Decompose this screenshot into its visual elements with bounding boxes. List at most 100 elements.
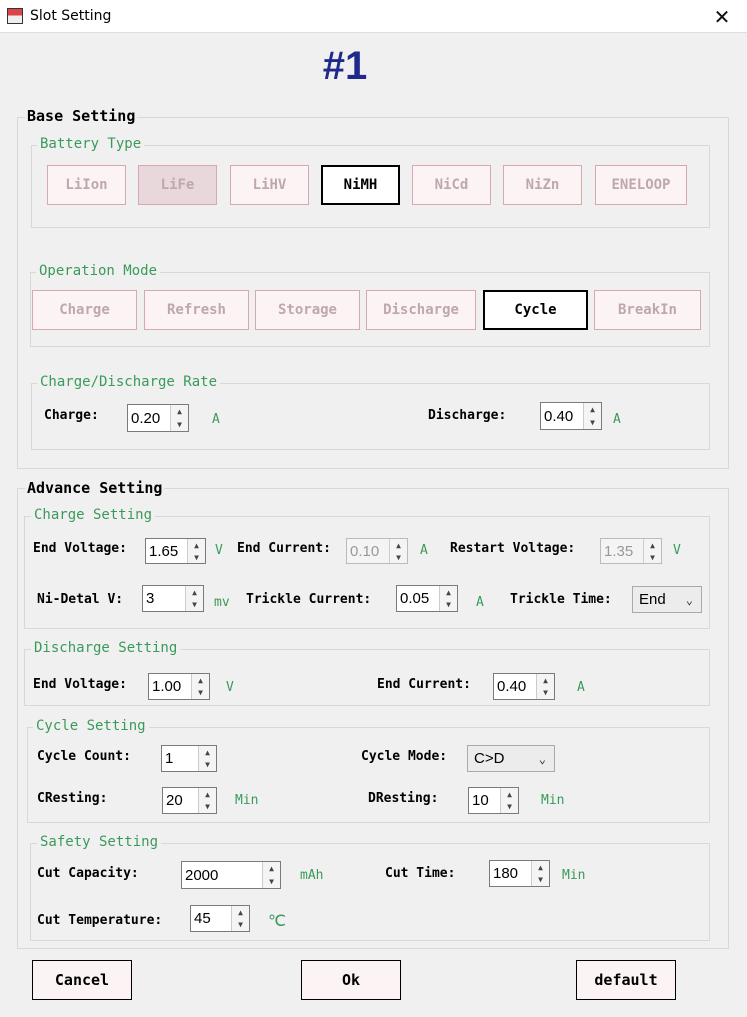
discharge-end-current-unit: A [577, 680, 585, 695]
spin-down-icon[interactable]: ▼ [501, 800, 518, 813]
spin-down-icon[interactable]: ▼ [192, 686, 209, 699]
charge-setting-group [24, 516, 710, 629]
cut-capacity-stepper[interactable]: 2000 ▲ ▼ [181, 861, 281, 889]
discharge-rate-value: 0.40 [544, 407, 574, 425]
discharge-end-current-value: 0.40 [497, 678, 527, 695]
spin-down-icon[interactable]: ▼ [186, 598, 203, 611]
spin-down-icon[interactable]: ▼ [390, 551, 407, 563]
spin-down-icon[interactable]: ▼ [263, 875, 280, 888]
cresting-stepper[interactable]: 20 ▲ ▼ [162, 787, 217, 814]
spin-up-icon[interactable]: ▲ [537, 674, 554, 688]
charge-end-voltage-unit: V [215, 543, 223, 558]
default-button[interactable]: default [576, 960, 676, 1000]
spin-up-icon[interactable]: ▲ [584, 403, 601, 417]
battery-type-eneloop-button[interactable]: ENELOOP [595, 165, 687, 205]
spin-down-icon[interactable]: ▼ [537, 686, 554, 699]
cut-capacity-value: 2000 [185, 866, 219, 884]
dresting-stepper[interactable]: 10 ▲ ▼ [468, 787, 519, 814]
trickle-time-label: Trickle Time: [510, 592, 612, 607]
battery-type-nizn-button[interactable]: NiZn [503, 165, 582, 205]
dresting-unit: Min [541, 793, 565, 808]
discharge-rate-stepper[interactable]: 0.40 ▲ ▼ [540, 402, 602, 430]
cut-capacity-unit: mAh [300, 868, 324, 883]
charge-end-current-label: End Current: [237, 541, 331, 556]
cut-temperature-unit: ℃ [268, 911, 286, 930]
trickle-current-stepper[interactable]: 0.05 ▲ ▼ [396, 585, 458, 612]
spin-up-icon[interactable]: ▲ [186, 586, 203, 600]
battery-type-life-button[interactable]: LiFe [138, 165, 217, 205]
charge-end-current-unit: A [420, 543, 428, 558]
trickle-time-value: End [639, 591, 666, 608]
trickle-time-select[interactable]: End ⌄ [632, 586, 702, 613]
cut-temperature-stepper[interactable]: 45 ▲ ▼ [190, 905, 250, 932]
charge-setting-legend: Charge Setting [31, 507, 156, 523]
cut-time-stepper[interactable]: 180 ▲ ▼ [489, 860, 550, 887]
spin-down-icon[interactable]: ▼ [232, 918, 249, 931]
spin-up-icon[interactable]: ▲ [263, 862, 280, 876]
mode-charge-button[interactable]: Charge [32, 290, 137, 330]
mode-cycle-button[interactable]: Cycle [483, 290, 588, 330]
safety-setting-legend: Safety Setting [37, 834, 162, 850]
trickle-current-label: Trickle Current: [246, 592, 372, 607]
spin-up-icon[interactable]: ▲ [501, 788, 518, 802]
ok-button[interactable]: Ok [301, 960, 401, 1000]
rate-legend: Charge/Discharge Rate [37, 374, 221, 390]
battery-type-liion-button[interactable]: LiIon [47, 165, 126, 205]
discharge-end-current-stepper[interactable]: 0.40 ▲ ▼ [493, 673, 555, 700]
battery-type-nicd-button[interactable]: NiCd [412, 165, 491, 205]
spin-down-icon[interactable]: ▼ [188, 551, 205, 563]
cycle-setting-legend: Cycle Setting [33, 718, 149, 734]
spin-down-icon[interactable]: ▼ [440, 598, 457, 611]
spin-down-icon[interactable]: ▼ [644, 551, 661, 563]
charge-end-voltage-stepper[interactable]: 1.65 ▲ ▼ [145, 538, 206, 564]
mode-storage-button[interactable]: Storage [255, 290, 360, 330]
dresting-label: DResting: [368, 791, 439, 806]
mode-breakin-button[interactable]: BreakIn [594, 290, 701, 330]
base-setting-title: Base Setting [25, 107, 138, 125]
mode-refresh-button[interactable]: Refresh [144, 290, 249, 330]
cycle-setting-group [27, 727, 710, 823]
spin-up-icon[interactable]: ▲ [199, 746, 216, 760]
trickle-current-value: 0.05 [400, 590, 430, 607]
spin-down-icon[interactable]: ▼ [199, 758, 216, 771]
cut-time-unit: Min [562, 868, 586, 883]
chevron-down-icon: ⌄ [538, 751, 546, 766]
charge-end-current-stepper[interactable]: 0.10 ▲ ▼ [346, 538, 408, 564]
mode-discharge-button[interactable]: Discharge [366, 290, 476, 330]
charge-rate-stepper[interactable]: 0.20 ▲ ▼ [127, 404, 189, 432]
title-bar [0, 0, 747, 33]
spin-up-icon[interactable]: ▲ [440, 586, 457, 600]
ni-delta-v-stepper[interactable]: 3 ▲ ▼ [142, 585, 204, 612]
spin-up-icon[interactable]: ▲ [232, 906, 249, 920]
charge-rate-label: Charge: [44, 408, 99, 423]
battery-type-legend: Battery Type [37, 136, 145, 152]
dresting-value: 10 [472, 792, 489, 809]
discharge-end-voltage-stepper[interactable]: 1.00 ▲ ▼ [148, 673, 210, 700]
charge-rate-unit: A [212, 412, 220, 427]
battery-type-nimh-button[interactable]: NiMH [321, 165, 400, 205]
cancel-button[interactable]: Cancel [32, 960, 132, 1000]
slot-number: #1 [322, 44, 368, 88]
restart-voltage-value: 1.35 [604, 542, 634, 560]
close-icon[interactable]: ✕ [706, 3, 738, 31]
charge-end-voltage-label: End Voltage: [33, 541, 127, 556]
spin-down-icon[interactable]: ▼ [199, 800, 216, 813]
spin-up-icon[interactable]: ▲ [532, 861, 549, 875]
spin-down-icon[interactable]: ▼ [171, 418, 188, 431]
spin-up-icon[interactable]: ▲ [199, 788, 216, 802]
spin-down-icon[interactable]: ▼ [532, 873, 549, 886]
cycle-count-stepper[interactable]: 1 ▲ ▼ [161, 745, 217, 772]
cycle-mode-select[interactable]: C>D ⌄ [467, 745, 555, 772]
cresting-unit: Min [235, 793, 259, 808]
discharge-end-current-label: End Current: [377, 677, 471, 692]
restart-voltage-stepper[interactable]: 1.35 ▲ ▼ [600, 538, 662, 564]
spin-down-icon[interactable]: ▼ [584, 416, 601, 429]
cycle-mode-label: Cycle Mode: [361, 749, 448, 764]
advance-setting-title: Advance Setting [25, 479, 165, 497]
discharge-setting-legend: Discharge Setting [31, 640, 181, 656]
spin-up-icon[interactable]: ▲ [171, 405, 188, 419]
cresting-label: CResting: [37, 791, 108, 806]
cycle-mode-value: C>D [474, 750, 505, 767]
battery-type-lihv-button[interactable]: LiHV [230, 165, 309, 205]
spin-up-icon[interactable]: ▲ [192, 674, 209, 688]
